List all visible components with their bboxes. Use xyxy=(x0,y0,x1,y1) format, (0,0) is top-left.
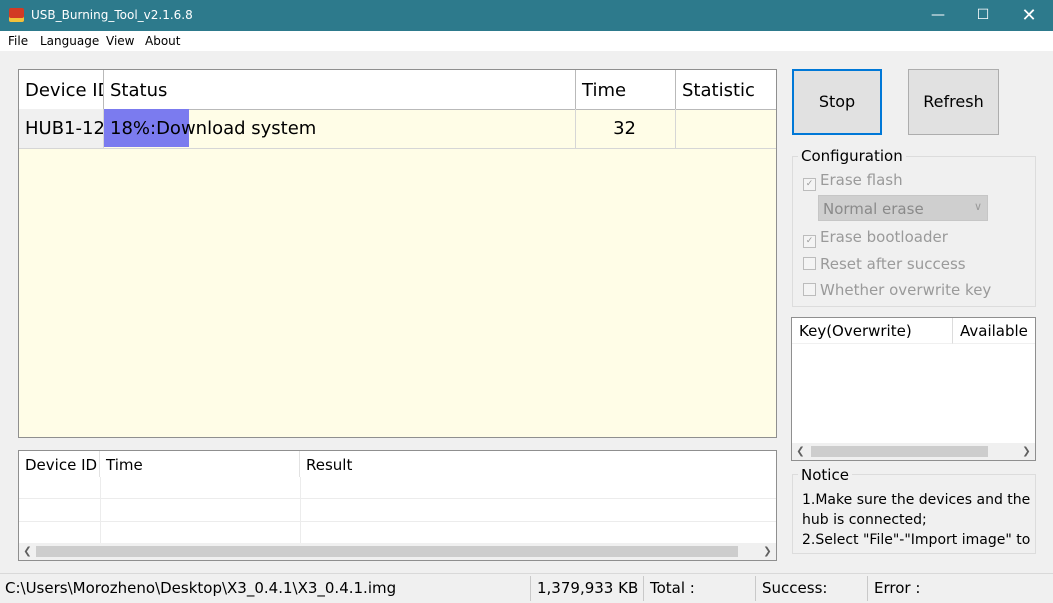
erase-bootloader-option[interactable]: ✓ Erase bootloader xyxy=(803,228,948,248)
column-header-statistic[interactable]: Statistic xyxy=(676,70,776,109)
scroll-right-icon[interactable]: ❯ xyxy=(1018,443,1035,460)
erase-flash-option[interactable]: ✓ Erase flash xyxy=(803,171,903,191)
column-divider xyxy=(100,477,101,543)
scroll-right-icon[interactable]: ❯ xyxy=(759,543,776,560)
error-count: Error : xyxy=(874,579,921,597)
stop-button[interactable]: Stop xyxy=(792,69,882,135)
image-path: C:\Users\Morozheno\Desktop\X3_0.4.1\X3_0… xyxy=(5,579,397,597)
column-header-result[interactable]: Result xyxy=(300,451,776,477)
erase-flash-checkbox[interactable]: ✓ xyxy=(803,178,816,191)
erase-mode-select[interactable]: Normal erase ∨ xyxy=(818,195,988,221)
scroll-left-icon[interactable]: ❮ xyxy=(792,443,809,460)
table-row[interactable]: HUB1-12 18%:Download system 32 xyxy=(19,109,776,149)
title-bar: USB_Burning_Tool_v2.1.6.8 — ☐ ✕ xyxy=(0,0,1053,31)
notice-title: Notice xyxy=(798,466,852,484)
status-separator xyxy=(867,576,868,601)
column-header-key-overwrite[interactable]: Key(Overwrite) xyxy=(792,318,953,344)
key-table[interactable]: Key(Overwrite) Available ❮ ❯ xyxy=(791,317,1036,461)
scrollbar-thumb[interactable] xyxy=(811,446,988,457)
row-divider xyxy=(19,521,776,522)
erase-bootloader-label: Erase bootloader xyxy=(820,228,948,246)
status-text: 18%:Download system xyxy=(110,118,317,139)
row-divider xyxy=(19,498,776,499)
column-header-device-id[interactable]: Device ID xyxy=(19,451,100,477)
column-header-available[interactable]: Available xyxy=(953,318,1035,344)
key-horizontal-scrollbar[interactable]: ❮ ❯ xyxy=(792,443,1035,460)
notice-group: Notice 1.Make sure the devices and the h… xyxy=(792,466,1036,554)
scroll-left-icon[interactable]: ❮ xyxy=(19,543,36,560)
minimize-button[interactable]: — xyxy=(915,0,961,31)
image-size: 1,379,933 KB xyxy=(537,579,639,597)
reset-after-success-label: Reset after success xyxy=(820,255,966,273)
column-divider xyxy=(300,477,301,543)
status-separator xyxy=(530,576,531,601)
column-header-time[interactable]: Time xyxy=(576,70,676,109)
erase-mode-value: Normal erase xyxy=(823,200,924,218)
statistic-cell xyxy=(676,109,776,148)
configuration-title: Configuration xyxy=(798,147,906,165)
status-bar: C:\Users\Morozheno\Desktop\X3_0.4.1\X3_0… xyxy=(0,573,1053,603)
result-horizontal-scrollbar[interactable]: ❮ ❯ xyxy=(19,543,776,560)
result-table[interactable]: Device ID Time Result ❮ ❯ xyxy=(18,450,777,561)
reset-after-success-option[interactable]: Reset after success xyxy=(803,255,966,273)
overwrite-key-option[interactable]: Whether overwrite key xyxy=(803,281,991,299)
menu-about[interactable]: About xyxy=(145,34,180,48)
device-table[interactable]: Device ID Status Time Statistic HUB1-12 … xyxy=(18,69,777,438)
column-header-time[interactable]: Time xyxy=(100,451,300,477)
device-id-cell: HUB1-12 xyxy=(19,109,104,148)
menu-file[interactable]: File xyxy=(8,34,28,48)
notice-text: 1.Make sure the devices and the hub is c… xyxy=(802,492,1031,548)
total-count: Total : xyxy=(650,579,695,597)
erase-flash-label: Erase flash xyxy=(820,171,903,189)
app-icon xyxy=(9,8,24,22)
menu-language[interactable]: Language xyxy=(40,34,99,48)
reset-after-success-checkbox[interactable] xyxy=(803,257,816,270)
time-cell: 32 xyxy=(576,109,676,148)
status-separator xyxy=(643,576,644,601)
overwrite-key-checkbox[interactable] xyxy=(803,283,816,296)
window-title: USB_Burning_Tool_v2.1.6.8 xyxy=(31,8,193,22)
device-table-header: Device ID Status Time Statistic xyxy=(19,70,776,110)
column-header-status[interactable]: Status xyxy=(104,70,576,109)
status-separator xyxy=(755,576,756,601)
status-cell: 18%:Download system xyxy=(104,109,576,148)
refresh-button[interactable]: Refresh xyxy=(908,69,999,135)
overwrite-key-label: Whether overwrite key xyxy=(820,281,992,299)
close-button[interactable]: ✕ xyxy=(1006,0,1052,31)
scrollbar-thumb[interactable] xyxy=(36,546,738,557)
menu-bar: File Language View About xyxy=(0,31,1053,51)
configuration-group: Configuration ✓ Erase flash Normal erase … xyxy=(792,147,1036,307)
maximize-button[interactable]: ☐ xyxy=(960,0,1006,31)
chevron-down-icon: ∨ xyxy=(973,200,982,213)
erase-bootloader-checkbox[interactable]: ✓ xyxy=(803,235,816,248)
menu-view[interactable]: View xyxy=(106,34,134,48)
success-count: Success: xyxy=(762,579,828,597)
column-header-device-id[interactable]: Device ID xyxy=(19,70,104,109)
